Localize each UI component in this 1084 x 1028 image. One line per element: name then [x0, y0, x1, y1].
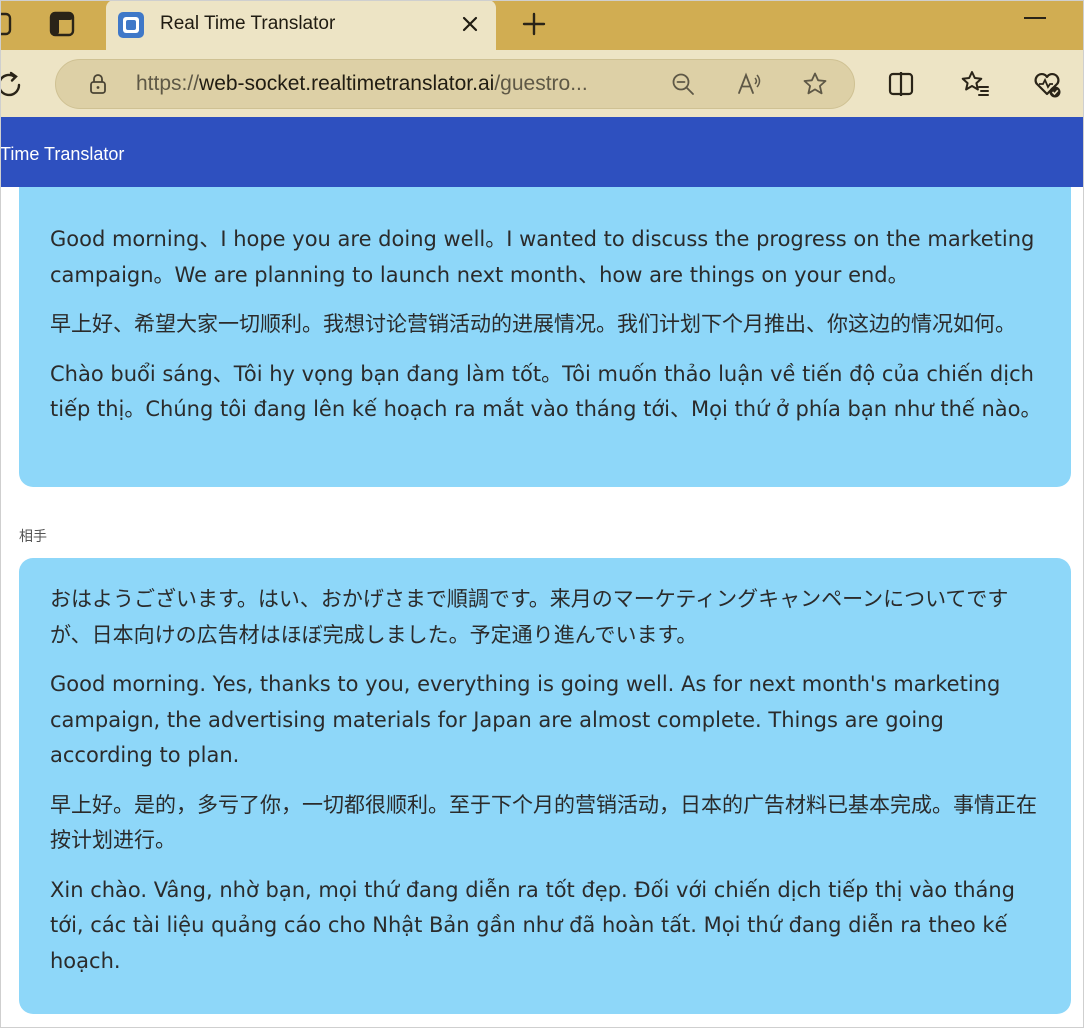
- url-host: web-socket.realtimetranslator.ai: [199, 72, 495, 95]
- vertical-tabs-icon[interactable]: [48, 10, 76, 38]
- tab-actions-icon[interactable]: [0, 10, 14, 38]
- lock-icon[interactable]: [88, 73, 108, 95]
- read-aloud-icon[interactable]: [736, 71, 762, 97]
- url-path: /guestro...: [494, 72, 588, 95]
- message-bubble: Good morning、I hope you are doing well。I…: [19, 187, 1071, 487]
- browser-essentials-heart-icon[interactable]: [1032, 69, 1062, 99]
- reload-icon[interactable]: [0, 70, 24, 100]
- message-english: Good morning. Yes, thanks to you, everyt…: [50, 672, 1001, 767]
- new-tab-icon[interactable]: [520, 10, 548, 38]
- message-vietnamese: Chào buổi sáng、Tôi hy vọng bạn đang làm …: [50, 361, 1042, 422]
- favorite-star-icon[interactable]: [802, 71, 828, 97]
- close-tab-icon[interactable]: [458, 12, 482, 36]
- tab-title: Real Time Translator: [160, 13, 336, 34]
- message-english: Good morning、I hope you are doing well。I…: [50, 227, 1035, 287]
- url-text[interactable]: https://web-socket.realtimetranslator.ai…: [136, 72, 588, 96]
- message-bubble: おはようございます。はい、おかげさまで順調です。来月のマーケティングキャンペーン…: [19, 558, 1071, 1014]
- favorites-list-icon[interactable]: [960, 69, 990, 99]
- translator-favicon-icon: [118, 12, 144, 38]
- message-chinese: 早上好、希望大家一切顺利。我想讨论营销活动的进展情况。我们计划下个月推出、你这边…: [50, 312, 1016, 336]
- message-vietnamese: Xin chào. Vâng, nhờ bạn, mọi thứ đang di…: [50, 877, 1016, 973]
- url-scheme: https://: [136, 72, 200, 95]
- message-japanese: おはようございます。はい、おかげさまで順調です。来月のマーケティングキャンペーン…: [50, 587, 1009, 647]
- zoom-out-icon[interactable]: [670, 71, 696, 97]
- split-screen-icon[interactable]: [886, 69, 916, 99]
- message-chinese: 早上好。是的，多亏了你，一切都很顺利。至于下个月的营销活动，日本的广告材料已基本…: [50, 792, 1037, 853]
- minimize-window-icon[interactable]: [1024, 16, 1046, 20]
- app-title: Time Translator: [0, 144, 125, 164]
- speaker-label: 相手: [19, 529, 47, 545]
- active-tab[interactable]: Real Time Translator: [106, 0, 496, 50]
- browser-toolbar: https://web-socket.realtimetranslator.ai…: [0, 50, 1084, 117]
- browser-tab-strip: Real Time Translator: [0, 0, 1084, 50]
- app-header: Time Translator: [0, 117, 1084, 187]
- conversation-area[interactable]: Good morning、I hope you are doing well。I…: [0, 187, 1084, 1028]
- address-bar[interactable]: https://web-socket.realtimetranslator.ai…: [55, 59, 855, 109]
